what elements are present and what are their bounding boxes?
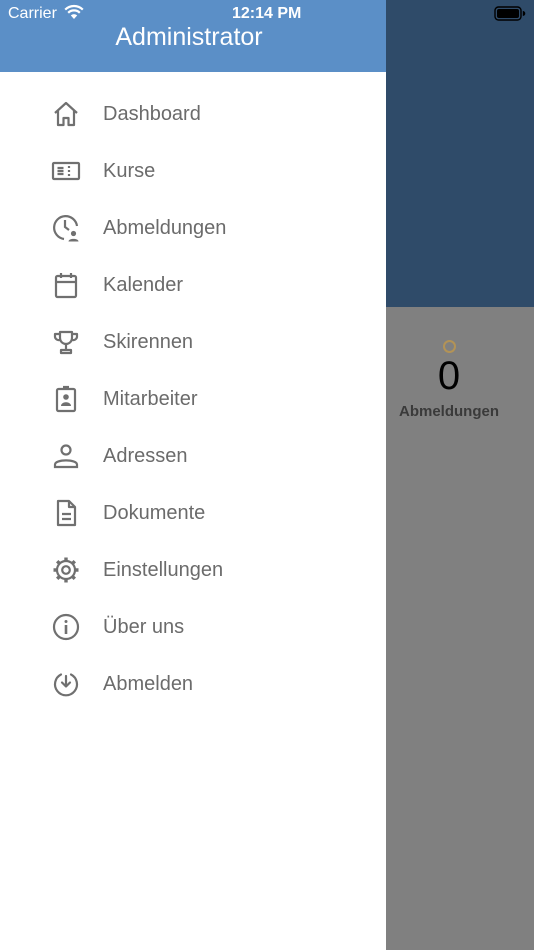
menu-item-dashboard[interactable]: Dashboard xyxy=(0,85,386,142)
menu-label: Über uns xyxy=(103,616,185,638)
logout-icon xyxy=(51,669,81,699)
menu-label: Kurse xyxy=(103,160,156,182)
menu-item-skirennen[interactable]: Skirennen xyxy=(0,313,386,370)
menu-label: Abmelden xyxy=(103,673,194,695)
menu-item-einstellungen[interactable]: Einstellungen xyxy=(0,541,386,598)
status-time: 12:14 PM xyxy=(232,5,302,22)
menu-label: Kalender xyxy=(103,274,184,296)
stat-label: Abmeldungen xyxy=(399,403,499,420)
menu-label: Skirennen xyxy=(103,331,194,353)
menu-item-abmelden[interactable]: Abmelden xyxy=(0,655,386,712)
battery-icon xyxy=(494,6,526,21)
main-header-background xyxy=(386,0,534,307)
person-icon xyxy=(51,441,81,471)
drawer-menu: Dashboard Kurse Abmeldungen Kalender Ski… xyxy=(0,85,386,712)
calendar-icon xyxy=(51,270,81,300)
document-icon xyxy=(51,498,81,528)
badge-icon xyxy=(51,384,81,414)
menu-label: Einstellungen xyxy=(103,559,224,581)
menu-label: Mitarbeiter xyxy=(103,388,198,410)
course-ticket-icon xyxy=(51,156,81,186)
info-icon xyxy=(51,612,81,642)
stat-value: 0 xyxy=(437,354,461,398)
status-bar: Carrier 12:14 PM xyxy=(0,0,534,28)
menu-label: Abmeldungen xyxy=(103,217,227,239)
trophy-icon xyxy=(51,327,81,357)
menu-item-kalender[interactable]: Kalender xyxy=(0,256,386,313)
menu-item-kurse[interactable]: Kurse xyxy=(0,142,386,199)
menu-label: Adressen xyxy=(103,445,188,467)
menu-item-ueber-uns[interactable]: Über uns xyxy=(0,598,386,655)
menu-item-adressen[interactable]: Adressen xyxy=(0,427,386,484)
menu-label: Dokumente xyxy=(103,502,206,524)
ring-icon xyxy=(442,340,456,353)
gear-icon xyxy=(51,555,81,585)
menu-item-dokumente[interactable]: Dokumente xyxy=(0,484,386,541)
navigation-drawer: Administrator Dashboard Kurse Abmeldunge… xyxy=(0,0,386,950)
carrier-label: Carrier xyxy=(8,5,57,22)
menu-item-abmeldungen[interactable]: Abmeldungen xyxy=(0,199,386,256)
menu-item-mitarbeiter[interactable]: Mitarbeiter xyxy=(0,370,386,427)
abmeldungen-stat-tile[interactable]: 0 Abmeldungen xyxy=(386,336,512,420)
wifi-icon xyxy=(64,4,84,20)
menu-label: Dashboard xyxy=(103,103,201,125)
clock-person-icon xyxy=(51,213,81,243)
home-icon xyxy=(51,99,81,129)
